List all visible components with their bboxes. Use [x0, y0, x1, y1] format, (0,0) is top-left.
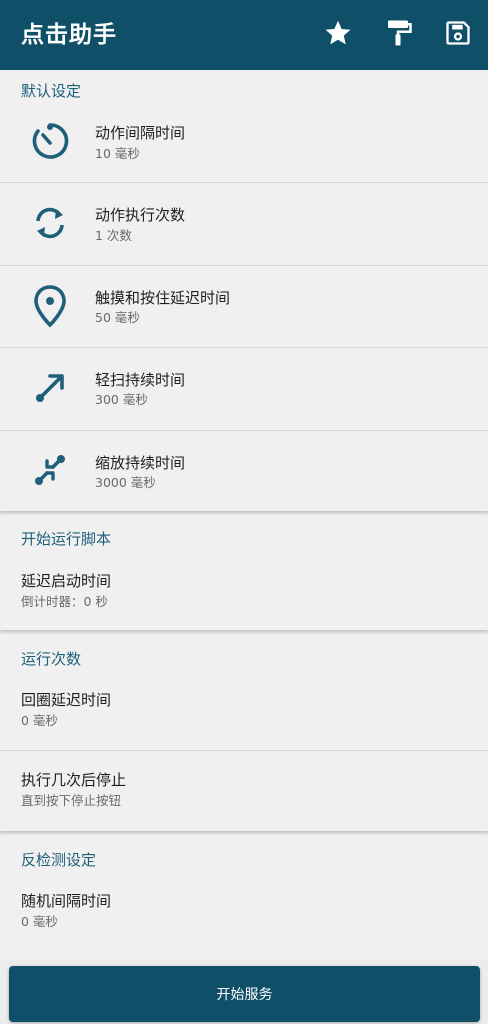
- pinch-zoom-icon: [28, 448, 72, 492]
- setting-action-interval[interactable]: 动作间隔时间 10 毫秒: [0, 100, 488, 182]
- section-header-anti-detect: 反检测设定: [21, 851, 97, 869]
- location-pin-icon: [28, 284, 72, 328]
- setting-title: 随机间隔时间: [21, 892, 112, 910]
- swipe-arrow-icon: [28, 366, 72, 410]
- start-script-card: 开始运行脚本 延迟启动时间 倒计时器：0 秒: [0, 515, 488, 630]
- setting-title: 动作执行次数: [95, 206, 186, 224]
- setting-title: 缩放持续时间: [95, 454, 186, 472]
- setting-title: 执行几次后停止: [21, 771, 127, 789]
- run-count-card: 运行次数 回圈延迟时间 0 毫秒 执行几次后停止 直到按下停止按钮: [0, 634, 488, 831]
- section-header-defaults: 默认设定: [21, 82, 82, 100]
- save-icon: [444, 19, 472, 51]
- paint-roller-icon: [383, 18, 413, 52]
- setting-long-press-delay[interactable]: 触摸和按住延迟时间 50 毫秒: [0, 266, 488, 348]
- timer-icon: [28, 119, 72, 163]
- anti-detect-card: 反检测设定 随机间隔时间 0 毫秒: [0, 835, 488, 960]
- setting-swipe-duration[interactable]: 轻扫持续时间 300 毫秒: [0, 348, 488, 430]
- save-button[interactable]: [440, 17, 476, 53]
- setting-value: 0 毫秒: [21, 914, 58, 929]
- setting-loop-delay[interactable]: 回圈延迟时间 0 毫秒: [0, 678, 488, 750]
- repeat-icon: [28, 201, 72, 245]
- defaults-card: 默认设定 动作间隔时间 10 毫秒 动作执行次数 1 次数 触摸和按住延迟时间 …: [0, 70, 488, 511]
- favorite-button[interactable]: [320, 17, 356, 53]
- setting-title: 回圈延迟时间: [21, 691, 112, 709]
- setting-value: 1 次数: [95, 228, 132, 243]
- setting-value: 300 毫秒: [95, 392, 148, 407]
- app-title: 点击助手: [21, 22, 117, 48]
- start-service-button[interactable]: 开始服务: [9, 966, 480, 1022]
- setting-start-delay[interactable]: 延迟启动时间 倒计时器：0 秒: [0, 559, 488, 629]
- setting-value: 50 毫秒: [95, 310, 140, 325]
- setting-value: 直到按下停止按钮: [21, 793, 122, 808]
- setting-value: 10 毫秒: [95, 146, 140, 161]
- section-header-start-script: 开始运行脚本: [21, 530, 112, 548]
- bottom-bar: 开始服务: [0, 960, 488, 1024]
- section-header-run-count: 运行次数: [21, 650, 82, 668]
- setting-stop-after[interactable]: 执行几次后停止 直到按下停止按钮: [0, 751, 488, 831]
- setting-pinch-duration[interactable]: 缩放持续时间 3000 毫秒: [0, 431, 488, 511]
- setting-value: 3000 毫秒: [95, 475, 156, 490]
- setting-action-repeat[interactable]: 动作执行次数 1 次数: [0, 183, 488, 265]
- setting-title: 动作间隔时间: [95, 124, 186, 142]
- setting-value: 倒计时器：0 秒: [21, 594, 108, 609]
- app-bar: 点击助手: [0, 0, 488, 70]
- setting-random-interval[interactable]: 随机间隔时间 0 毫秒: [0, 879, 488, 951]
- theme-button[interactable]: [380, 17, 416, 53]
- star-icon: [323, 18, 353, 52]
- setting-title: 轻扫持续时间: [95, 371, 186, 389]
- setting-value: 0 毫秒: [21, 713, 58, 728]
- setting-title: 延迟启动时间: [21, 572, 112, 590]
- setting-title: 触摸和按住延迟时间: [95, 289, 231, 307]
- settings-list: 默认设定 动作间隔时间 10 毫秒 动作执行次数 1 次数 触摸和按住延迟时间 …: [0, 70, 488, 960]
